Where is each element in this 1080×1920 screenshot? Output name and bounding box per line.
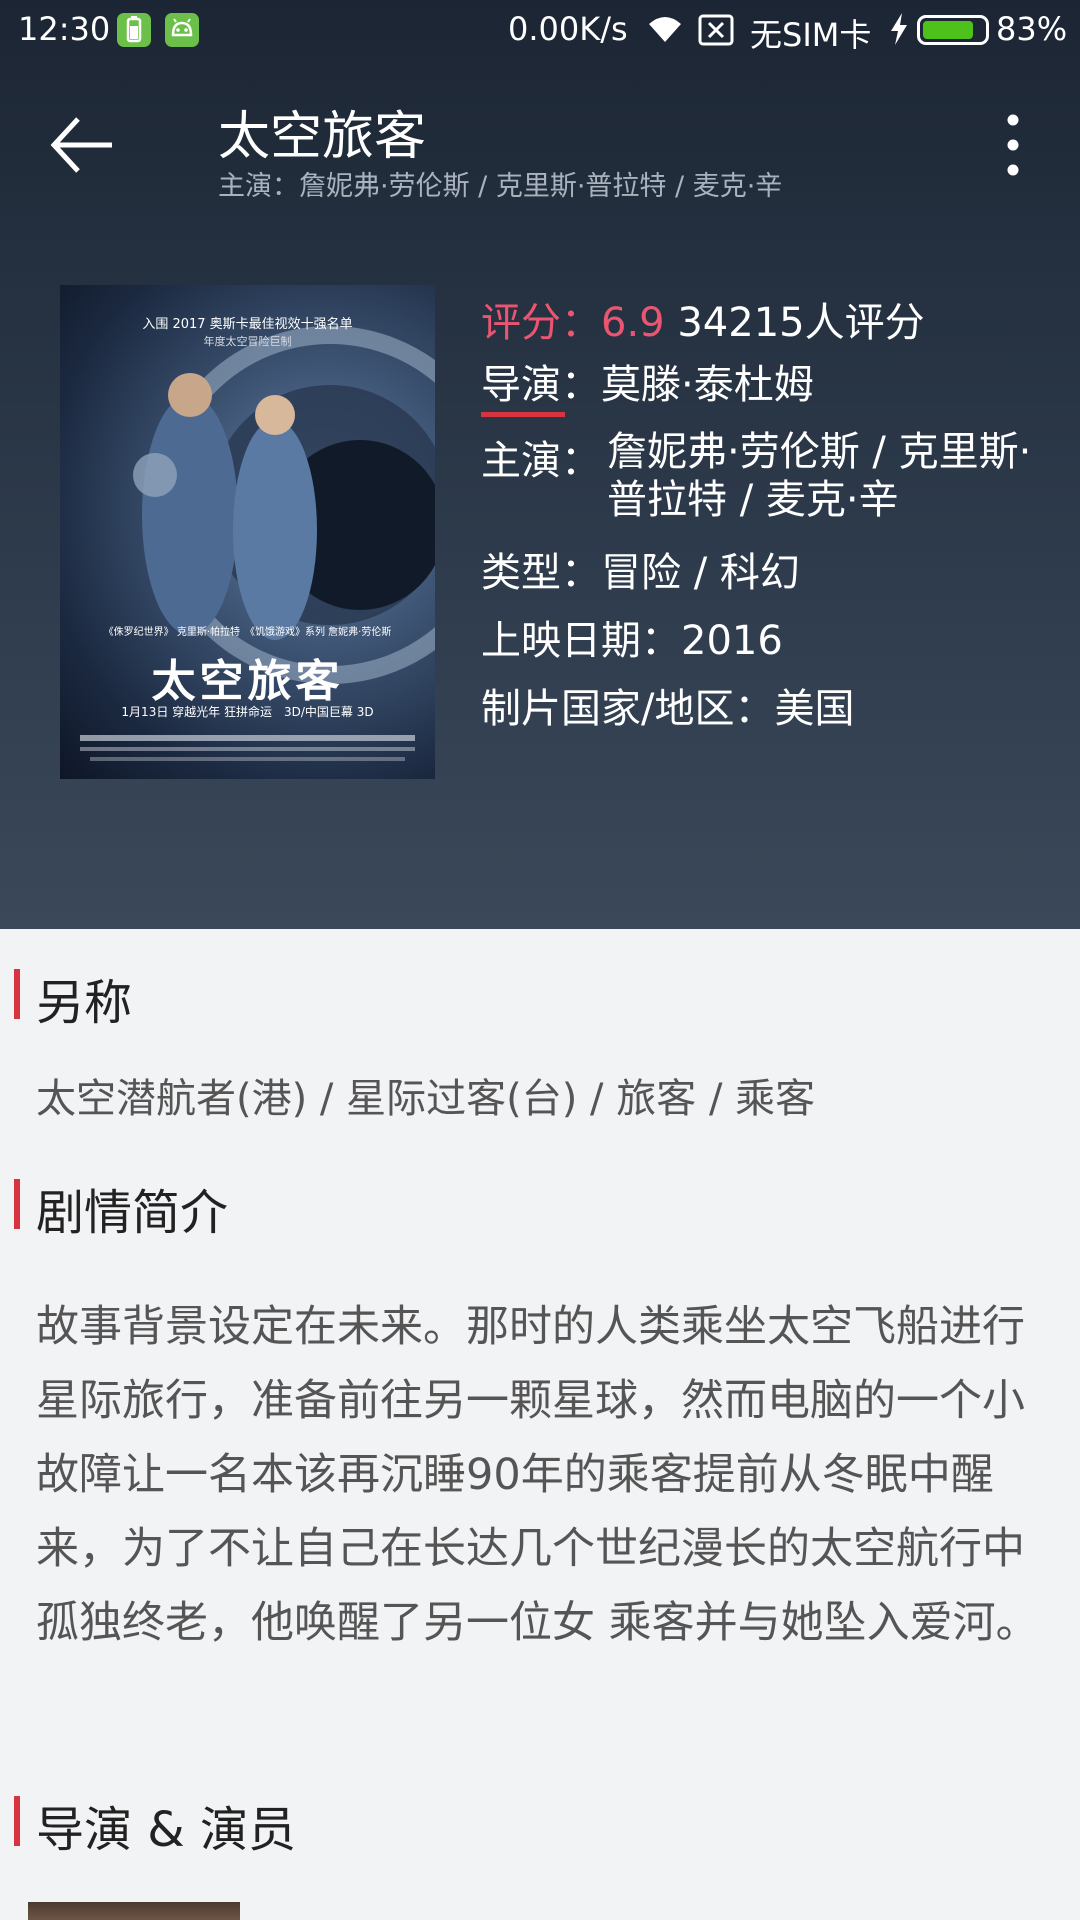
cast-label: 主演：	[481, 438, 601, 484]
rating-value: 6.9	[601, 300, 665, 346]
status-time: 12:30	[18, 10, 111, 48]
more-options-button[interactable]	[993, 110, 1033, 180]
battery-percent: 83%	[996, 10, 1068, 48]
charging-icon	[888, 12, 910, 54]
wifi-icon	[645, 12, 685, 54]
release-label: 上映日期：	[481, 618, 681, 664]
page-subtitle: 主演：詹妮弗·劳伦斯 / 克里斯·普拉特 / 麦克·辛	[218, 171, 783, 202]
country-row: 制片国家/地区：美国	[481, 676, 854, 734]
back-button[interactable]	[48, 110, 118, 180]
no-sim-icon	[698, 14, 734, 54]
aka-section-title: 另称	[36, 975, 133, 1031]
director-underline	[481, 412, 565, 417]
poster-headline: 入围 2017 奥斯卡最佳视效十强名单	[142, 317, 353, 332]
synopsis-section-title: 剧情简介	[36, 1185, 229, 1241]
arrow-left-icon	[50, 117, 112, 173]
more-vertical-icon	[1007, 114, 1019, 176]
director-row[interactable]: 导演：莫滕·泰杜姆	[481, 352, 814, 410]
poster-title: 太空旅客	[151, 656, 344, 707]
status-bar: 12:30 0.00K/s 无SIM卡 83%	[0, 0, 1080, 62]
director-label: 导演：	[481, 362, 601, 408]
battery-fill	[923, 21, 973, 39]
network-speed: 0.00K/s	[508, 10, 628, 48]
cast-section-bar	[14, 1796, 20, 1846]
carrier-label: 无SIM卡	[750, 16, 872, 54]
aka-section-bar	[14, 969, 20, 1019]
battery-app-icon	[117, 13, 151, 47]
director-value: 莫滕·泰杜姆	[601, 362, 814, 408]
rating-count: 34215人评分	[677, 300, 925, 346]
country-value: 美国	[774, 686, 855, 732]
movie-header: 12:30 0.00K/s 无SIM卡 83% 太空旅客 主演：詹妮弗·劳伦斯 …	[0, 0, 1080, 929]
cast-value: 詹妮弗·劳伦斯 / 克里斯·普拉特 / 麦克·辛	[607, 429, 1032, 523]
poster-tagline: 年度太空冒险巨制	[203, 335, 292, 348]
release-value: 2016	[681, 618, 783, 664]
poster-cast: 《侏罗纪世界》 克里斯·帕拉特 《饥饿游戏》系列 詹妮弗·劳伦斯	[103, 627, 392, 638]
synopsis-text: 故事背景设定在未来。那时的人类乘坐太空飞船进行星际旅行，准备前往另一颗星球，然而…	[36, 1302, 1039, 1648]
aka-text: 太空潜航者(港) / 星际过客(台) / 旅客 / 乘客	[36, 1076, 816, 1122]
battery-icon	[917, 15, 989, 45]
rating-row: 评分：6.9 34215人评分	[481, 290, 925, 348]
genre-value: 冒险 / 科幻	[601, 550, 800, 596]
poster-date: 1月13日 穿越光年 狂拼命运 3D/中国巨幕 3D	[121, 705, 374, 719]
cast-section-title: 导演 & 演员	[36, 1802, 296, 1858]
synopsis-section-bar	[14, 1179, 20, 1229]
android-app-icon	[165, 13, 199, 47]
page-title: 太空旅客	[218, 107, 427, 167]
genre-row: 类型：冒险 / 科幻	[481, 540, 800, 598]
release-row: 上映日期：2016	[481, 608, 783, 666]
cast-row: 主演： 詹妮弗·劳伦斯 / 克里斯·普拉特 / 麦克·辛	[481, 428, 1031, 523]
country-label: 制片国家/地区：	[481, 686, 775, 732]
director-photo[interactable]	[28, 1902, 240, 1920]
rating-label: 评分：	[481, 300, 601, 346]
genre-label: 类型：	[481, 550, 601, 596]
movie-poster[interactable]: 入围 2017 奥斯卡最佳视效十强名单 年度太空冒险巨制 《侏罗纪世界》 克里斯…	[60, 285, 435, 779]
